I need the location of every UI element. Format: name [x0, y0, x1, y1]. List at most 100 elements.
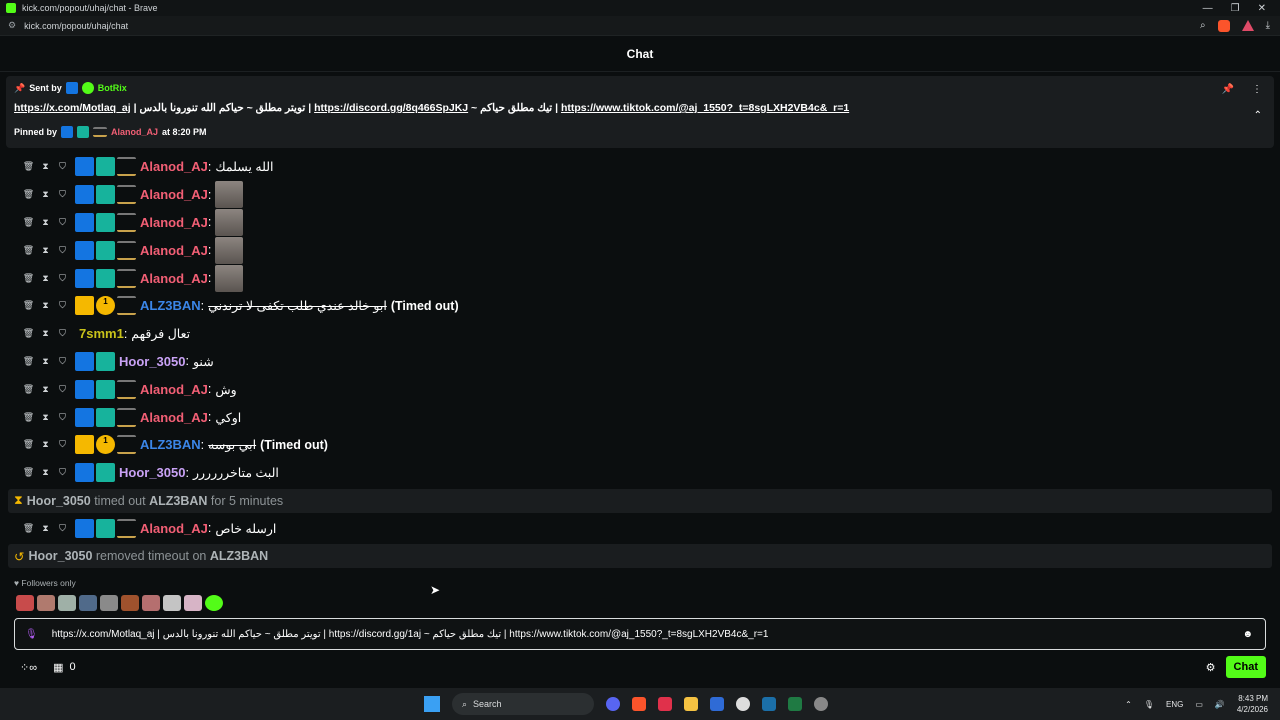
- system-actor[interactable]: Hoor_3050: [28, 549, 92, 563]
- emote-3[interactable]: [58, 595, 76, 611]
- ban-icon[interactable]: ⛉: [54, 467, 71, 478]
- emote-4[interactable]: [79, 595, 97, 611]
- chat-input-value[interactable]: https://x.com/Motlaq_aj | تويتر مطلق ~ ح…: [52, 629, 769, 640]
- zoom-icon[interactable]: ⌕: [1200, 20, 1206, 31]
- more-options-icon[interactable]: ⋮: [1252, 84, 1262, 95]
- emoji-picker-icon[interactable]: ☻: [1242, 629, 1253, 640]
- timeout-icon[interactable]: ⧗: [37, 273, 54, 284]
- clock[interactable]: 8:43 PM 4/2/2026: [1237, 693, 1268, 715]
- restore-icon[interactable]: ❐: [1231, 3, 1240, 14]
- username[interactable]: Alanod_AJ: [140, 159, 208, 174]
- username[interactable]: Alanod_AJ: [140, 215, 208, 230]
- timeout-icon[interactable]: ⧗: [37, 384, 54, 395]
- language-indicator[interactable]: ENG: [1166, 700, 1183, 709]
- timeout-icon[interactable]: ⧗: [37, 161, 54, 172]
- delete-icon[interactable]: 🗑: [20, 439, 37, 450]
- delete-icon[interactable]: 🗑: [20, 328, 37, 339]
- username[interactable]: 7smm1: [79, 326, 124, 341]
- timeout-icon[interactable]: ⧗: [37, 356, 54, 367]
- download-icon[interactable]: ⤓: [1266, 20, 1270, 31]
- ban-icon[interactable]: ⛉: [54, 245, 71, 256]
- timeout-icon[interactable]: ⧗: [37, 217, 54, 228]
- chevron-up-icon[interactable]: ⌃: [1254, 110, 1262, 121]
- app-icon-circle[interactable]: [814, 697, 828, 711]
- site-info-icon[interactable]: ⚙: [8, 20, 16, 31]
- username[interactable]: Alanod_AJ: [140, 271, 208, 286]
- brave-shields-icon[interactable]: [1217, 19, 1230, 32]
- system-target[interactable]: ALZ3BAN: [149, 494, 207, 508]
- ban-icon[interactable]: ⛉: [54, 523, 71, 534]
- network-icon[interactable]: ▭: [1195, 700, 1203, 709]
- username[interactable]: ALZ3BAN: [140, 298, 201, 313]
- sender-name[interactable]: BotRix: [98, 83, 127, 93]
- ban-icon[interactable]: ⛉: [54, 439, 71, 450]
- system-target[interactable]: ALZ3BAN: [210, 549, 268, 563]
- emote-6[interactable]: [121, 595, 139, 611]
- delete-icon[interactable]: 🗑: [20, 384, 37, 395]
- emote-10[interactable]: [205, 595, 223, 611]
- tiktok-link[interactable]: https://www.tiktok.com/@aj_1550?_t=8sgLX…: [561, 102, 849, 114]
- delete-icon[interactable]: 🗑: [20, 412, 37, 423]
- discord-link[interactable]: https://discord.gg/8q466SpJKJ: [314, 102, 468, 114]
- discord-icon[interactable]: [606, 697, 620, 711]
- emote-1[interactable]: [16, 595, 34, 611]
- username[interactable]: Hoor_3050: [119, 354, 185, 369]
- delete-icon[interactable]: 🗑: [20, 300, 37, 311]
- timeout-icon[interactable]: ⧗: [37, 412, 54, 423]
- delete-icon[interactable]: 🗑: [20, 161, 37, 172]
- settings-gear-icon[interactable]: ⚙: [1206, 661, 1216, 674]
- unpin-icon[interactable]: 📌: [1222, 84, 1234, 95]
- timeout-icon[interactable]: ⧗: [37, 439, 54, 450]
- delete-icon[interactable]: 🗑: [20, 467, 37, 478]
- delete-icon[interactable]: 🗑: [20, 189, 37, 200]
- x-link[interactable]: https://x.com/Motlaq_aj: [14, 102, 131, 114]
- mic-tray-icon[interactable]: 🎙: [1144, 700, 1154, 709]
- emote-7[interactable]: [142, 595, 160, 611]
- username[interactable]: ALZ3BAN: [140, 437, 201, 452]
- timeout-icon[interactable]: ⧗: [37, 328, 54, 339]
- username[interactable]: Alanod_AJ: [140, 410, 208, 425]
- tray-chevron-up-icon[interactable]: ⌃: [1125, 700, 1132, 709]
- emote-image[interactable]: [215, 208, 244, 236]
- emote-image[interactable]: [215, 236, 244, 264]
- close-icon[interactable]: ✕: [1258, 3, 1266, 14]
- ban-icon[interactable]: ⛉: [54, 189, 71, 200]
- delete-icon[interactable]: 🗑: [20, 217, 37, 228]
- emote-8[interactable]: [163, 595, 181, 611]
- ban-icon[interactable]: ⛉: [54, 328, 71, 339]
- emote-image[interactable]: [215, 264, 244, 292]
- timeout-icon[interactable]: ⧗: [37, 300, 54, 311]
- ban-icon[interactable]: ⛉: [54, 217, 71, 228]
- timeout-icon[interactable]: ⧗: [37, 467, 54, 478]
- file-explorer-icon[interactable]: [684, 697, 698, 711]
- taskbar-search[interactable]: ⌕ Search: [452, 693, 594, 715]
- obs-icon[interactable]: [736, 697, 750, 711]
- username[interactable]: Alanod_AJ: [140, 521, 208, 536]
- emote-9[interactable]: [184, 595, 202, 611]
- emote-2[interactable]: [37, 595, 55, 611]
- emote-5[interactable]: [100, 595, 118, 611]
- ban-icon[interactable]: ⛉: [54, 161, 71, 172]
- ban-icon[interactable]: ⛉: [54, 356, 71, 367]
- app-icon-red[interactable]: [658, 697, 672, 711]
- url-field[interactable]: kick.com/popout/uhaj/chat: [24, 21, 128, 31]
- minimize-icon[interactable]: —: [1203, 3, 1213, 14]
- steam-icon[interactable]: [762, 697, 776, 711]
- delete-icon[interactable]: 🗑: [20, 273, 37, 284]
- send-chat-button[interactable]: Chat: [1225, 656, 1266, 678]
- delete-icon[interactable]: 🗑: [20, 356, 37, 367]
- ban-icon[interactable]: ⛉: [54, 273, 71, 284]
- microphone-icon[interactable]: 🎙: [25, 629, 38, 640]
- brave-rewards-icon[interactable]: [1241, 20, 1254, 31]
- username[interactable]: Alanod_AJ: [140, 382, 208, 397]
- ban-icon[interactable]: ⛉: [54, 384, 71, 395]
- windows-start-icon[interactable]: [424, 696, 440, 712]
- pinned-by-user[interactable]: Alanod_AJ: [111, 127, 158, 137]
- brave-browser-icon[interactable]: [632, 697, 646, 711]
- username[interactable]: Alanod_AJ: [140, 187, 208, 202]
- username[interactable]: Alanod_AJ: [140, 243, 208, 258]
- volume-icon[interactable]: 🔊: [1215, 700, 1225, 709]
- delete-icon[interactable]: 🗑: [20, 523, 37, 534]
- store-icon[interactable]: ▦: [53, 661, 63, 674]
- channel-points-icon[interactable]: ⁘∞: [20, 661, 37, 674]
